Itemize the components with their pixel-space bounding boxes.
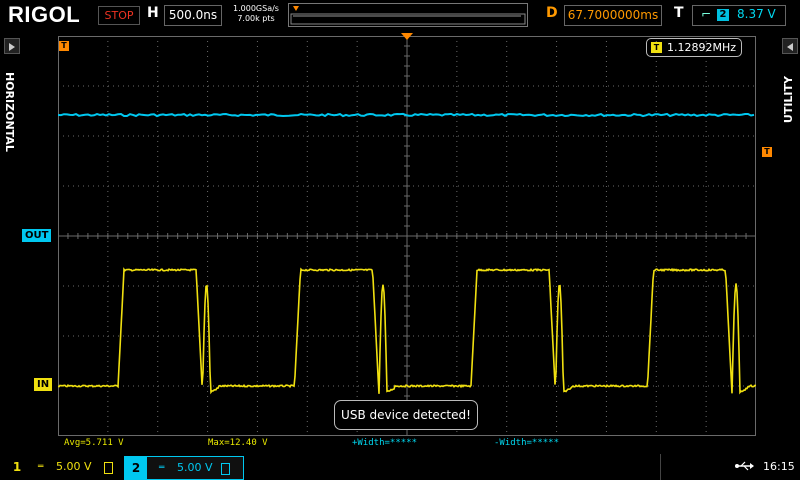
frequency-counter: T 1.12892MHz [646, 38, 742, 57]
horizontal-tab-label: HORIZONTAL [3, 72, 16, 152]
usb-toast: USB device detected! [334, 400, 478, 430]
horizontal-menu-tab[interactable]: HORIZONTAL [0, 32, 22, 454]
channel-1-scale: 5.00 V [56, 460, 92, 473]
memory-overview-bar[interactable] [288, 3, 528, 27]
channel-1-invert-icon [104, 462, 113, 474]
horizontal-label: H [147, 5, 159, 21]
utility-menu-tab[interactable]: UTILITY [778, 32, 800, 454]
brand-logo: RIGOL [8, 2, 81, 27]
timebase-value[interactable]: 500.0ns [164, 5, 222, 26]
channel-bar: 1 ═ 5.00 V 2 ═ 5.00 V 16:15 [0, 454, 800, 480]
waveform-display[interactable] [58, 36, 756, 436]
measurement-max: Max=12.40 V [208, 438, 268, 448]
overview-trigger-marker [293, 6, 299, 11]
trigger-position-icon[interactable] [400, 32, 414, 42]
trigger-icon: T [651, 42, 662, 53]
delay-value[interactable]: 67.7000000ms [564, 5, 662, 26]
channel-2-box[interactable]: 2 ═ 5.00 V [124, 456, 244, 480]
ch2-marker[interactable]: OUT [22, 229, 52, 242]
channel-1-box[interactable]: 1 ═ 5.00 V [4, 456, 122, 478]
channel-2-scale: 5.00 V [177, 461, 213, 474]
channel-1-number: 1 [12, 460, 22, 474]
dc-coupling-icon: ═ [159, 463, 165, 473]
trigger-source: 2 [717, 9, 729, 21]
trigger-label: T [674, 5, 684, 21]
rising-edge-icon: ⌐ [701, 7, 712, 21]
acquisition-info: 1.000GSa/s 7.00k pts [228, 4, 284, 24]
measurement-avg: Avg=5.711 V [64, 438, 124, 448]
trigger-settings[interactable]: ⌐ 2 8.37 V [692, 5, 786, 26]
dc-coupling-icon: ═ [38, 462, 44, 472]
utility-tab-label: UTILITY [782, 76, 795, 124]
measurement-plus-width: +Width=***** [352, 438, 418, 448]
sample-rate: 1.000GSa/s [233, 4, 279, 13]
frequency-value: 1.12892MHz [667, 41, 737, 54]
ch2-trace [58, 112, 755, 118]
top-status-bar: RIGOL STOP H 500.0ns 1.000GSa/s 7.00k pt… [0, 0, 800, 30]
trigger-level-marker[interactable]: T [762, 147, 772, 157]
delay-label: D [546, 5, 558, 21]
measurement-minus-width: -Width=***** [494, 438, 560, 448]
trigger-time-marker: T [59, 41, 69, 51]
channel-2-invert-icon [221, 463, 230, 475]
ch1-marker[interactable]: IN [34, 378, 53, 391]
run-stop-status[interactable]: STOP [98, 6, 140, 25]
expand-arrow-icon[interactable] [782, 38, 798, 54]
collapse-arrow-icon[interactable] [4, 38, 20, 54]
memory-depth: 7.00k pts [237, 14, 275, 23]
clock: 16:15 [763, 460, 795, 473]
usb-icon [735, 461, 754, 471]
memory-overview-waveform [290, 6, 526, 25]
graticule [58, 36, 756, 436]
channel-2-number: 2 [125, 457, 147, 479]
system-tray: 16:15 [660, 454, 800, 480]
overview-window [290, 13, 526, 25]
trigger-level: 8.37 V [737, 7, 776, 21]
